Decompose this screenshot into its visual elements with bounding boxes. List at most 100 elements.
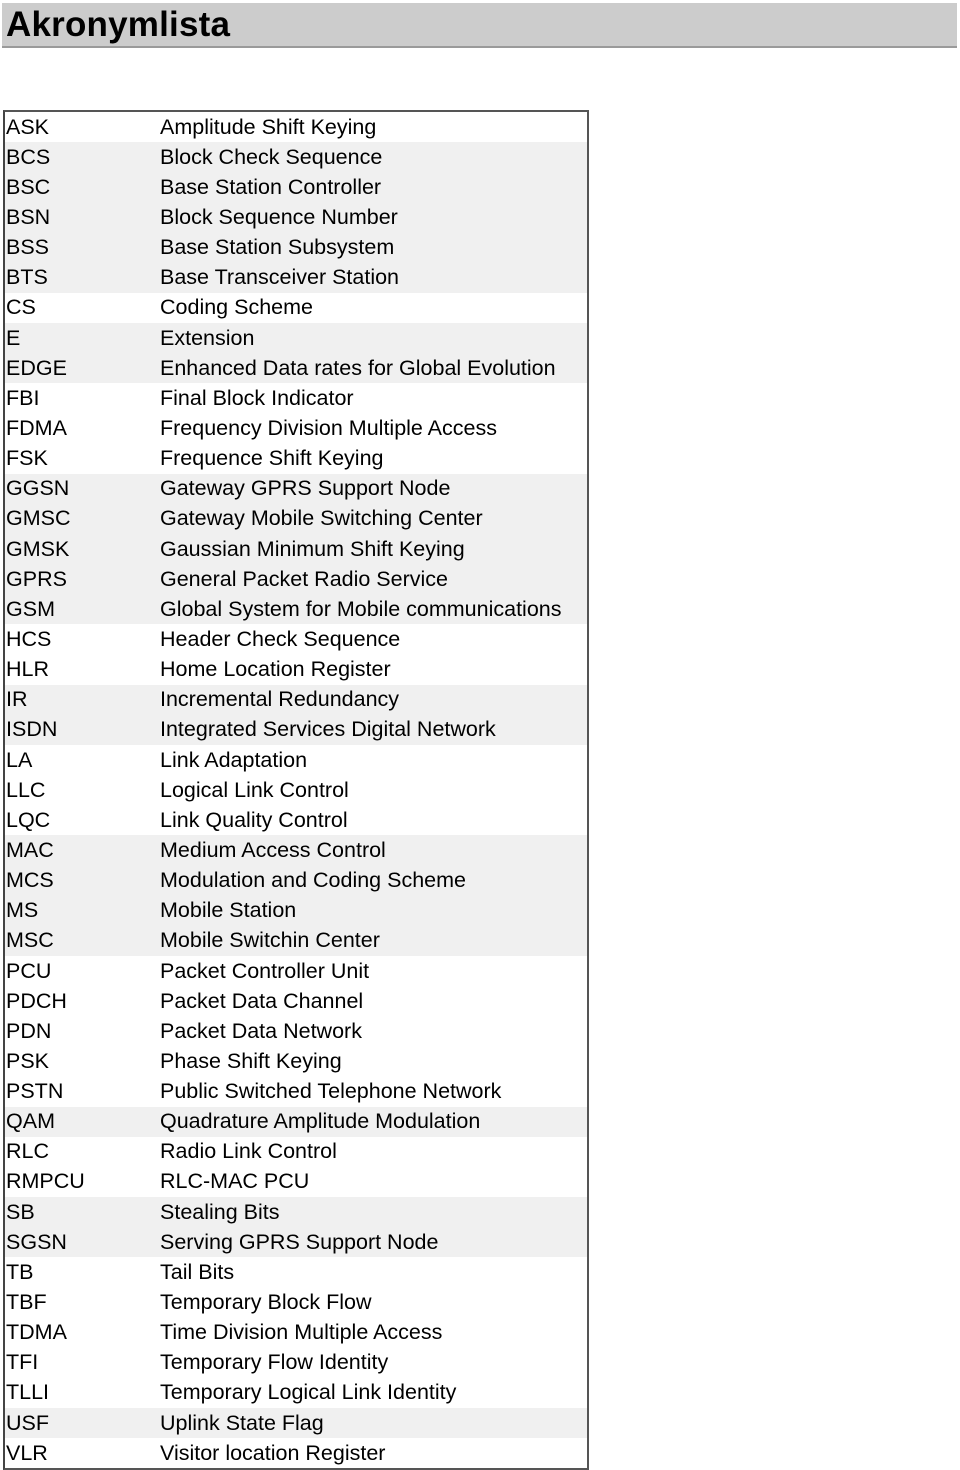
acronym-description: Final Block Indicator <box>160 385 354 410</box>
acronym-description: Incremental Redundancy <box>160 687 400 712</box>
acronym-abbreviation: TDMA <box>6 1320 67 1345</box>
acronym-description: Link Quality Control <box>160 807 348 832</box>
acronym-abbreviation: LA <box>6 747 33 772</box>
table-row: ASK Amplitude Shift Keying <box>5 112 587 142</box>
table-row: SB Stealing Bits <box>5 1197 587 1228</box>
acronym-abbreviation: PCU <box>6 958 52 983</box>
table-row: TB Tail Bits <box>5 1257 587 1287</box>
acronym-abbreviation: MSC <box>6 928 54 953</box>
acronym-abbreviation: RLC <box>6 1139 50 1164</box>
acronym-description: Phase Shift Keying <box>160 1048 342 1073</box>
acronym-description: Block Check Sequence <box>160 144 383 169</box>
acronym-abbreviation: MCS <box>6 868 54 893</box>
table-row: PSK Phase Shift Keying <box>5 1046 587 1076</box>
acronym-abbreviation: HLR <box>6 657 50 682</box>
acronym-description: Packet Data Network <box>160 1018 362 1043</box>
acronym-description: Serving GPRS Support Node <box>160 1229 439 1254</box>
acronym-abbreviation: LQC <box>6 807 51 832</box>
acronym-description: General Packet Radio Service <box>160 566 449 591</box>
acronym-description: Temporary Flow Identity <box>160 1350 389 1375</box>
table-row: LLC Logical Link Control <box>5 775 587 805</box>
acronym-abbreviation: VLR <box>6 1440 48 1465</box>
table-row: GPRS General Packet Radio Service <box>5 564 587 595</box>
table-row: PDN Packet Data Network <box>5 1016 587 1046</box>
table-row: BSS Base Station Subsystem <box>5 232 587 263</box>
acronym-description: Quadrature Amplitude Modulation <box>160 1109 481 1134</box>
acronym-description: Time Division Multiple Access <box>160 1320 443 1345</box>
title-bar: Akronymlista <box>2 3 957 48</box>
table-row: LQC Link Quality Control <box>5 805 587 835</box>
acronym-abbreviation: GGSN <box>6 476 70 501</box>
acronym-description: Link Adaptation <box>160 747 308 772</box>
table-row: BSC Base Station Controller <box>5 172 587 203</box>
table-row: RMPCU RLC-MAC PCU <box>5 1167 587 1197</box>
table-row: TFI Temporary Flow Identity <box>5 1348 587 1378</box>
acronym-description: Uplink State Flag <box>160 1410 324 1435</box>
table-row: HLR Home Location Register <box>5 655 587 685</box>
table-row: CS Coding Scheme <box>5 293 587 323</box>
table-row: BTS Base Transceiver Station <box>5 262 587 293</box>
acronym-description: Base Transceiver Station <box>160 265 400 290</box>
table-row: VLR Visitor location Register <box>5 1438 587 1468</box>
table-row: LA Link Adaptation <box>5 745 587 775</box>
acronym-abbreviation: QAM <box>6 1109 55 1134</box>
table-row: MS Mobile Station <box>5 895 587 926</box>
acronym-description: Logical Link Control <box>160 777 349 802</box>
acronym-abbreviation: HCS <box>6 626 52 651</box>
acronym-description: Visitor location Register <box>160 1440 386 1465</box>
table-row: PSTN Public Switched Telephone Network <box>5 1077 587 1107</box>
table-row: TBF Temporary Block Flow <box>5 1287 587 1317</box>
acronym-description: Temporary Logical Link Identity <box>160 1380 457 1405</box>
acronym-description: Frequence Shift Keying <box>160 446 384 471</box>
acronym-description: Mobile Switchin Center <box>160 928 380 953</box>
acronym-description: Radio Link Control <box>160 1139 337 1164</box>
acronym-description: Global System for Mobile communications <box>160 596 562 621</box>
acronym-abbreviation: GMSC <box>6 506 71 531</box>
acronym-abbreviation: FBI <box>6 385 40 410</box>
acronym-description: Tail Bits <box>160 1259 235 1284</box>
table-row: TLLI Temporary Logical Link Identity <box>5 1378 587 1408</box>
table-row: SGSN Serving GPRS Support Node <box>5 1227 587 1258</box>
acronym-abbreviation: PSTN <box>6 1079 64 1104</box>
table-row: TDMA Time Division Multiple Access <box>5 1318 587 1348</box>
table-row: HCS Header Check Sequence <box>5 624 587 654</box>
acronym-description: Packet Data Channel <box>160 988 364 1013</box>
acronym-abbreviation: GMSK <box>6 536 70 561</box>
acronym-description: Block Sequence Number <box>160 204 398 229</box>
table-row: FDMA Frequency Division Multiple Access <box>5 413 587 443</box>
acronym-table: ASK Amplitude Shift Keying BCS Block Check … <box>3 110 589 1470</box>
table-row: FBI Final Block Indicator <box>5 383 587 413</box>
acronym-abbreviation: BSC <box>6 174 51 199</box>
table-row: GMSC Gateway Mobile Switching Center <box>5 503 587 534</box>
acronym-description: Amplitude Shift Keying <box>160 114 377 139</box>
acronym-abbreviation: ASK <box>6 114 50 139</box>
table-row: QAM Quadrature Amplitude Modulation <box>5 1106 587 1137</box>
acronym-abbreviation: TFI <box>6 1350 39 1375</box>
acronym-abbreviation: BSN <box>6 204 51 229</box>
acronym-description: Mobile Station <box>160 898 297 923</box>
acronym-description: Gateway GPRS Support Node <box>160 476 451 501</box>
acronym-description: Home Location Register <box>160 657 391 682</box>
acronym-description: Integrated Services Digital Network <box>160 717 496 742</box>
acronym-abbreviation: TB <box>6 1259 34 1284</box>
acronym-abbreviation: PDCH <box>6 988 67 1013</box>
table-row: IR Incremental Redundancy <box>5 684 587 715</box>
table-row: ISDN Integrated Services Digital Network <box>5 714 587 745</box>
acronym-abbreviation: ISDN <box>6 717 58 742</box>
table-row: EDGE Enhanced Data rates for Global Evolu… <box>5 353 587 384</box>
table-row: FSK Frequence Shift Keying <box>5 444 587 474</box>
acronym-abbreviation: FSK <box>6 446 48 471</box>
acronym-description: Modulation and Coding Scheme <box>160 868 466 893</box>
acronym-description: Public Switched Telephone Network <box>160 1079 502 1104</box>
table-row: BSN Block Sequence Number <box>5 202 587 233</box>
table-row: GSM Global System for Mobile communicatio… <box>5 594 587 625</box>
acronym-abbreviation: GPRS <box>6 566 67 591</box>
acronym-abbreviation: SB <box>6 1199 35 1224</box>
acronym-abbreviation: LLC <box>6 777 46 802</box>
acronym-abbreviation: RMPCU <box>6 1169 85 1194</box>
acronym-abbreviation: BTS <box>6 265 48 290</box>
acronym-abbreviation: FDMA <box>6 415 67 440</box>
acronym-description: Medium Access Control <box>160 837 386 862</box>
acronym-description: Frequency Division Multiple Access <box>160 415 497 440</box>
acronym-description: Gateway Mobile Switching Center <box>160 506 483 531</box>
